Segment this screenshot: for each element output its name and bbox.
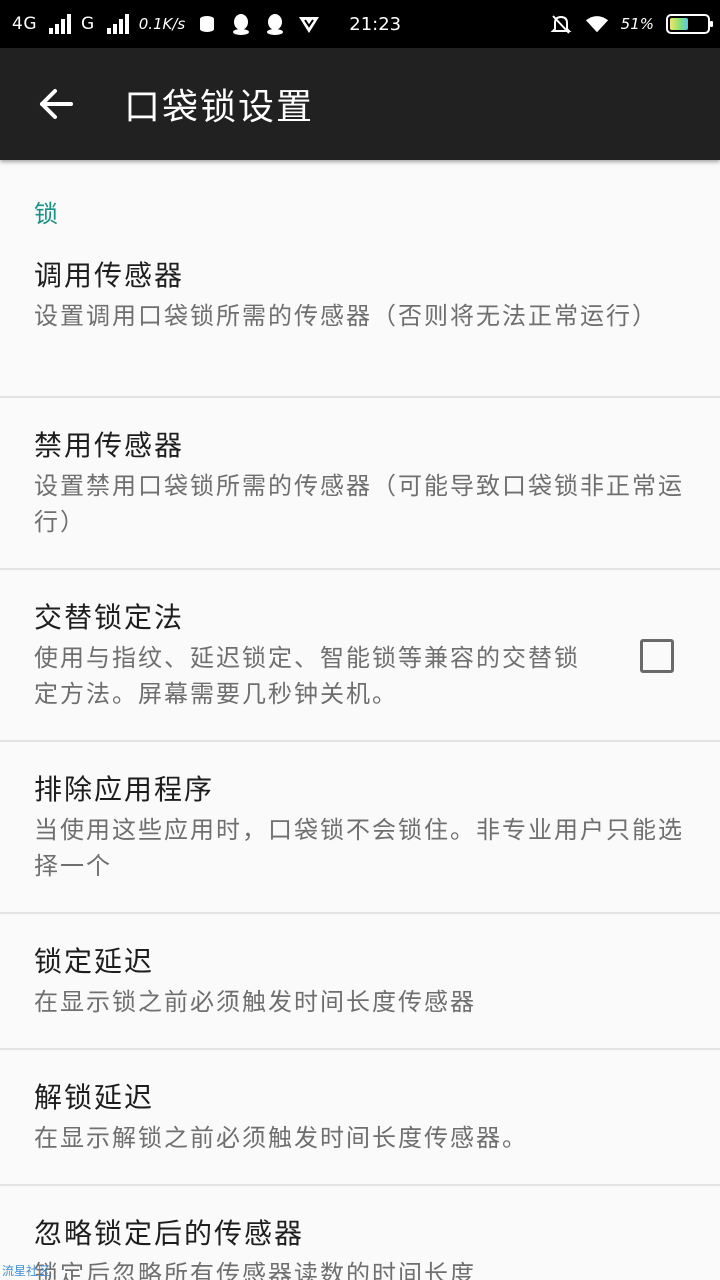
pref-summary: 设置禁用口袋锁所需的传感器（可能导致口袋锁非正常运行） xyxy=(34,472,684,536)
pref-enabled-sensors[interactable]: 调用传感器 设置调用口袋锁所需的传感器（否则将无法正常运行） xyxy=(0,236,720,398)
pref-title: 调用传感器 xyxy=(34,259,185,292)
qq-icon xyxy=(229,12,253,36)
signal-strength-icon-2 xyxy=(106,14,129,34)
pref-unlock-delay[interactable]: 解锁延迟 在显示解锁之前必须触发时间长度传感器。 xyxy=(0,1050,720,1186)
section-header-lock: 锁 xyxy=(34,200,58,228)
network-type-1: 4G xyxy=(12,14,37,34)
app-bar: 口袋锁设置 xyxy=(0,48,720,160)
pref-summary: 锁定后忽略所有传感器读数的时间长度 xyxy=(34,1260,476,1280)
data-saver-icon xyxy=(195,12,219,36)
pref-summary: 在显示锁之前必须触发时间长度传感器 xyxy=(34,988,476,1016)
status-time: 21:23 xyxy=(349,13,402,35)
wifi-icon xyxy=(585,12,609,36)
network-type-2: G xyxy=(81,14,95,34)
vpn-shield-icon xyxy=(297,12,321,36)
pref-disabled-sensors[interactable]: 禁用传感器 设置禁用口袋锁所需的传感器（可能导致口袋锁非正常运行） xyxy=(0,398,720,570)
watermark: 流星社区 xyxy=(2,1264,51,1278)
back-button[interactable] xyxy=(28,76,84,132)
qq-icon-2 xyxy=(263,12,287,36)
signal-strength-icon xyxy=(49,14,71,34)
network-speed: 0.1K/s xyxy=(138,15,186,33)
pref-summary: 使用与指纹、延迟锁定、智能锁等兼容的交替锁定方法。屏幕需要几秒钟关机。 xyxy=(34,644,580,708)
pref-summary: 当使用这些应用时，口袋锁不会锁住。非专业用户只能选择一个 xyxy=(34,816,684,880)
pref-title: 排除应用程序 xyxy=(34,773,215,806)
page-title: 口袋锁设置 xyxy=(124,87,315,128)
pref-summary: 设置调用口袋锁所需的传感器（否则将无法正常运行） xyxy=(34,302,658,330)
pref-excluded-apps[interactable]: 排除应用程序 当使用这些应用时，口袋锁不会锁住。非专业用户只能选择一个 xyxy=(0,742,720,914)
pref-title: 忽略锁定后的传感器 xyxy=(34,1217,305,1250)
status-bar: 4G G 0.1K/s 21:23 51% xyxy=(0,0,720,48)
pref-title: 锁定延迟 xyxy=(34,945,155,978)
pref-summary: 在显示解锁之前必须触发时间长度传感器。 xyxy=(34,1124,528,1152)
arrow-back-icon xyxy=(40,89,73,119)
settings-list: 锁 调用传感器 设置调用口袋锁所需的传感器（否则将无法正常运行） 禁用传感器 设… xyxy=(0,160,720,1280)
alternate-lock-checkbox[interactable] xyxy=(640,639,674,673)
pref-title: 交替锁定法 xyxy=(34,601,185,634)
battery-level xyxy=(670,18,689,30)
pref-title: 禁用传感器 xyxy=(34,429,185,462)
battery-icon xyxy=(666,14,713,34)
pref-lock-delay[interactable]: 锁定延迟 在显示锁之前必须触发时间长度传感器 xyxy=(0,914,720,1050)
notifications-off-icon xyxy=(549,12,573,36)
pref-ignore-sensors-after-lock[interactable]: 忽略锁定后的传感器 锁定后忽略所有传感器读数的时间长度 xyxy=(0,1186,720,1280)
battery-percent: 51% xyxy=(620,15,654,33)
pref-alternate-lock[interactable]: 交替锁定法 使用与指纹、延迟锁定、智能锁等兼容的交替锁定方法。屏幕需要几秒钟关机… xyxy=(0,570,720,742)
pref-title: 解锁延迟 xyxy=(34,1081,155,1114)
